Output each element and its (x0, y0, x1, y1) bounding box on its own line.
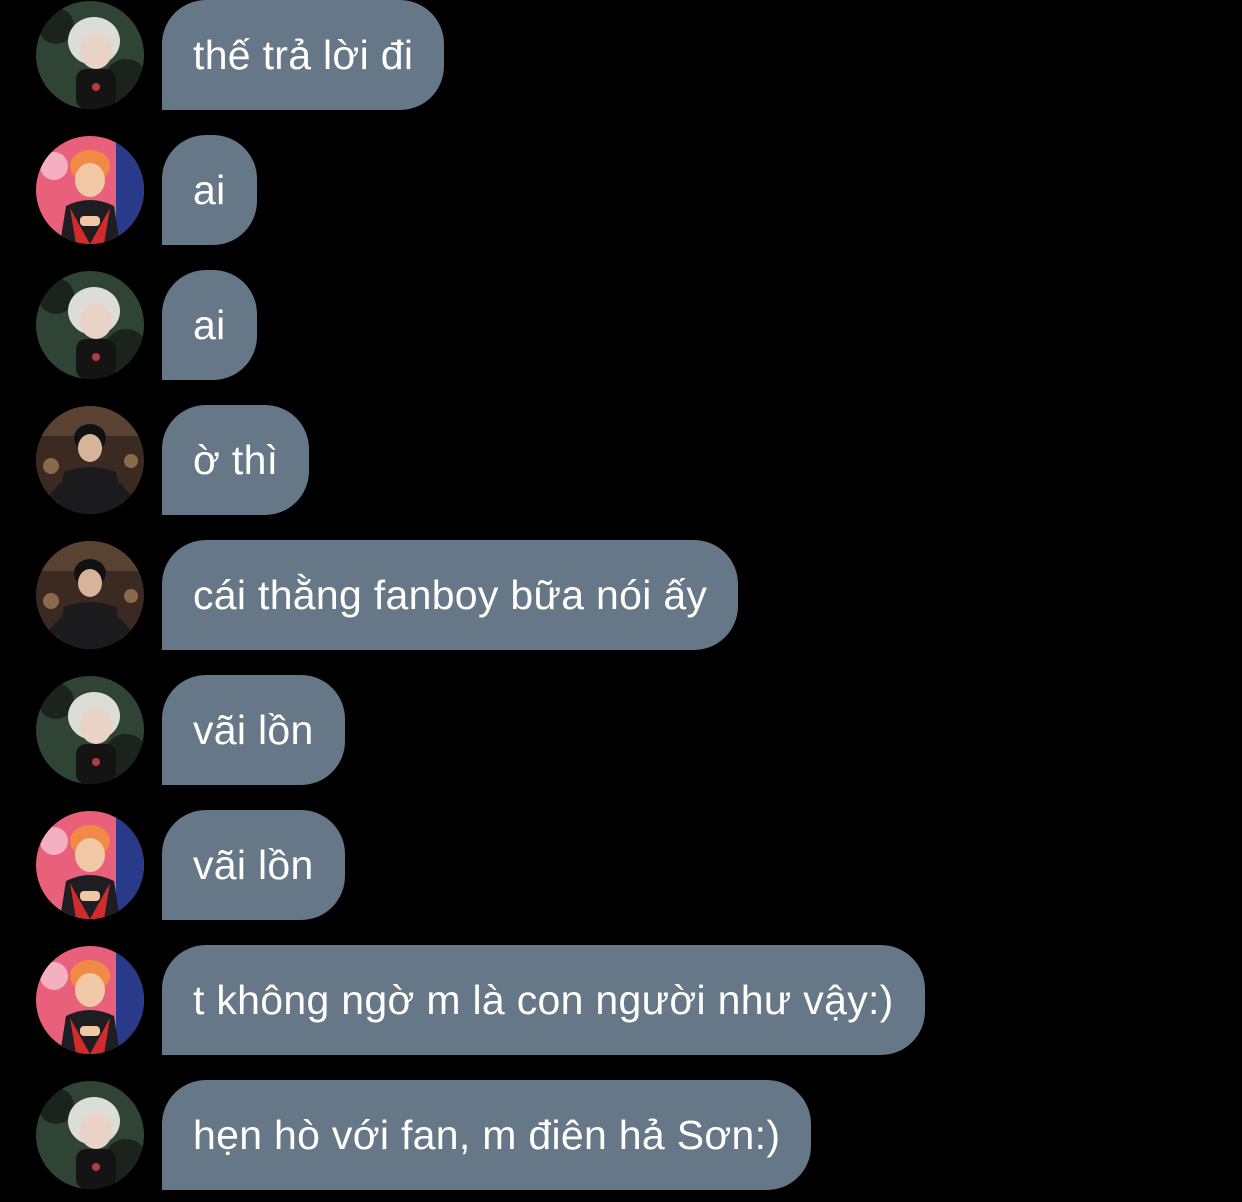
message-text: vãi lồn (193, 841, 314, 888)
avatar-orange-hair-person-icon (36, 136, 144, 244)
message-bubble[interactable]: vãi lồn (162, 810, 345, 920)
avatar[interactable] (36, 946, 144, 1054)
message-text: ai (193, 301, 226, 348)
message-bubble[interactable]: cái thằng fanboy bữa nói ấy (162, 540, 739, 650)
message-text: ai (193, 166, 226, 213)
avatar[interactable] (36, 1081, 144, 1189)
message-bubble[interactable]: t không ngờ m là con người như vậy:) (162, 945, 925, 1055)
avatar-white-hair-person-icon (36, 1081, 144, 1189)
message-row: ai (0, 135, 1242, 245)
message-text: ờ thì (193, 436, 279, 483)
avatar[interactable] (36, 676, 144, 784)
message-bubble[interactable]: vãi lồn (162, 675, 345, 785)
avatar-white-hair-person-icon (36, 1, 144, 109)
message-row: hẹn hò với fan, m điên hả Sơn:) (0, 1080, 1242, 1190)
avatar[interactable] (36, 406, 144, 514)
avatar-orange-hair-person-icon (36, 946, 144, 1054)
message-row: vãi lồn (0, 810, 1242, 920)
message-text: vãi lồn (193, 706, 314, 753)
message-row: cái thằng fanboy bữa nói ấy (0, 540, 1242, 650)
message-text: cái thằng fanboy bữa nói ấy (193, 571, 708, 618)
message-bubble[interactable]: ai (162, 135, 257, 245)
message-bubble[interactable]: ai (162, 270, 257, 380)
message-row: thế trả lời đi (0, 0, 1242, 110)
avatar-dark-hair-person-icon (36, 406, 144, 514)
message-row: ai (0, 270, 1242, 380)
avatar-white-hair-person-icon (36, 271, 144, 379)
message-bubble[interactable]: ờ thì (162, 405, 310, 515)
message-text: thế trả lời đi (193, 31, 414, 78)
avatar[interactable] (36, 541, 144, 649)
message-row: vãi lồn (0, 675, 1242, 785)
avatar-white-hair-person-icon (36, 676, 144, 784)
message-row: ờ thì (0, 405, 1242, 515)
avatar[interactable] (36, 1, 144, 109)
message-text: t không ngờ m là con người như vậy:) (193, 976, 894, 1023)
avatar-dark-hair-person-icon (36, 541, 144, 649)
avatar[interactable] (36, 811, 144, 919)
avatar[interactable] (36, 271, 144, 379)
message-row: t không ngờ m là con người như vậy:) (0, 945, 1242, 1055)
avatar-orange-hair-person-icon (36, 811, 144, 919)
chat-message-list: thế trả lời đi ai ai ờ thì cái thằng fan… (0, 0, 1242, 1202)
message-bubble[interactable]: thế trả lời đi (162, 0, 445, 110)
avatar[interactable] (36, 136, 144, 244)
message-text: hẹn hò với fan, m điên hả Sơn:) (193, 1111, 781, 1158)
message-bubble[interactable]: hẹn hò với fan, m điên hả Sơn:) (162, 1080, 812, 1190)
